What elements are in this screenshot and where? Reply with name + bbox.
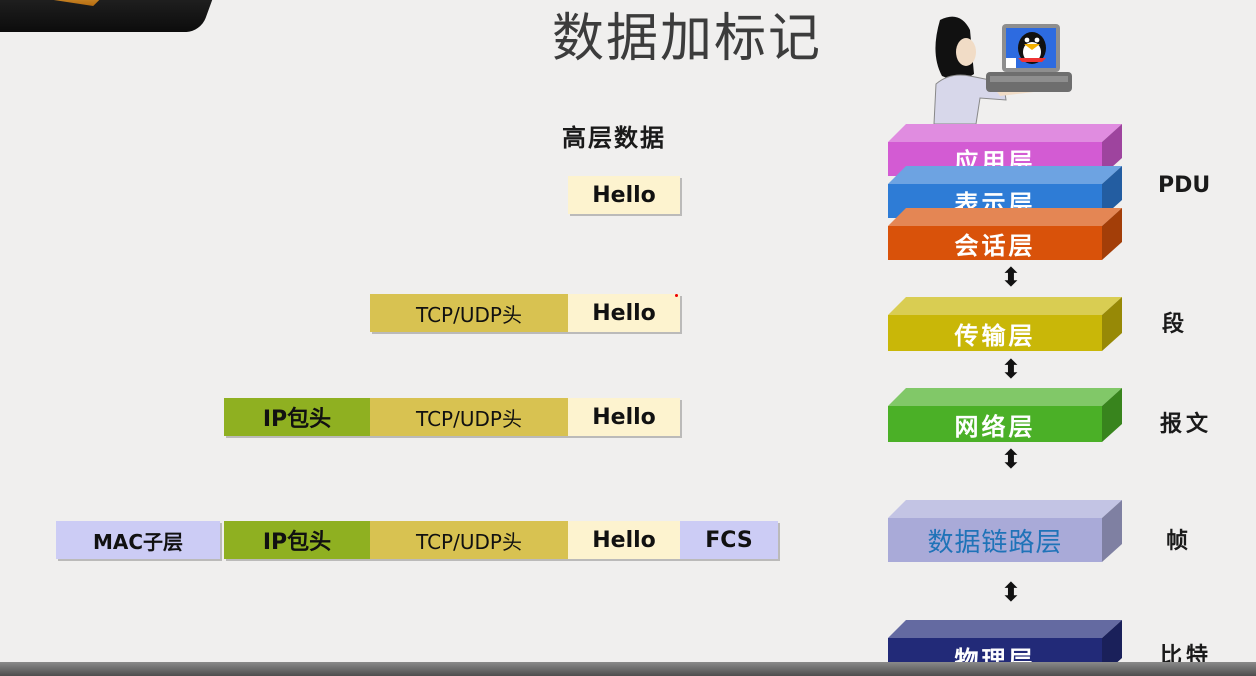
layer-label: 网络层 [888, 406, 1102, 442]
layer-transport: 传输层 [888, 297, 1122, 351]
layer-top [888, 388, 1122, 406]
hello-segment: Hello [568, 521, 680, 559]
updown-arrow-icon: ⬍ [1000, 578, 1022, 608]
high-level-data-label: 高层数据 [562, 124, 666, 152]
tcp-udp-header: TCP/UDP头 [370, 521, 568, 559]
layer-label: 传输层 [888, 315, 1102, 351]
tcp-udp-header: TCP/UDP头 [370, 294, 568, 332]
layer-top [888, 166, 1122, 184]
pdu-label-packet: 报文 [1160, 412, 1213, 437]
updown-arrow-icon: ⬍ [1000, 263, 1022, 293]
penguin-icon [1018, 32, 1046, 64]
pdu-label-segment: 段 [1162, 312, 1185, 337]
ip-header: IP包头 [224, 398, 370, 436]
marker-dot [675, 294, 678, 297]
layer-label: 数据链路层 [888, 518, 1102, 562]
person-at-computer-icon [933, 16, 1072, 124]
layer-top [888, 297, 1122, 315]
layer-top [888, 124, 1122, 142]
layer-top [888, 500, 1122, 518]
layer-data-link: 数据链路层 [888, 500, 1122, 562]
ip-header: IP包头 [224, 521, 370, 559]
logo-icon [0, 0, 119, 6]
hello-segment: Hello [568, 398, 680, 436]
layer-session: 会话层 [888, 208, 1122, 260]
hello-segment: Hello [568, 176, 680, 214]
hello-segment: Hello [568, 294, 680, 332]
slide-title: 数据加标记 [552, 9, 823, 69]
layer-label: 会话层 [888, 226, 1102, 260]
mac-sublayer: MAC子层 [56, 521, 220, 559]
pdu-label-frame: 帧 [1166, 529, 1189, 554]
updown-arrow-icon: ⬍ [1000, 355, 1022, 385]
pdu-label-pdu: PDU [1158, 173, 1211, 198]
layer-top [888, 620, 1122, 638]
tcp-udp-header: TCP/UDP头 [370, 398, 568, 436]
layer-top [888, 208, 1122, 226]
logo-tab [0, 0, 220, 32]
bottom-bar [0, 662, 1256, 676]
layer-network: 网络层 [888, 388, 1122, 442]
updown-arrow-icon: ⬍ [1000, 445, 1022, 475]
fcs-trailer: FCS [680, 521, 778, 559]
